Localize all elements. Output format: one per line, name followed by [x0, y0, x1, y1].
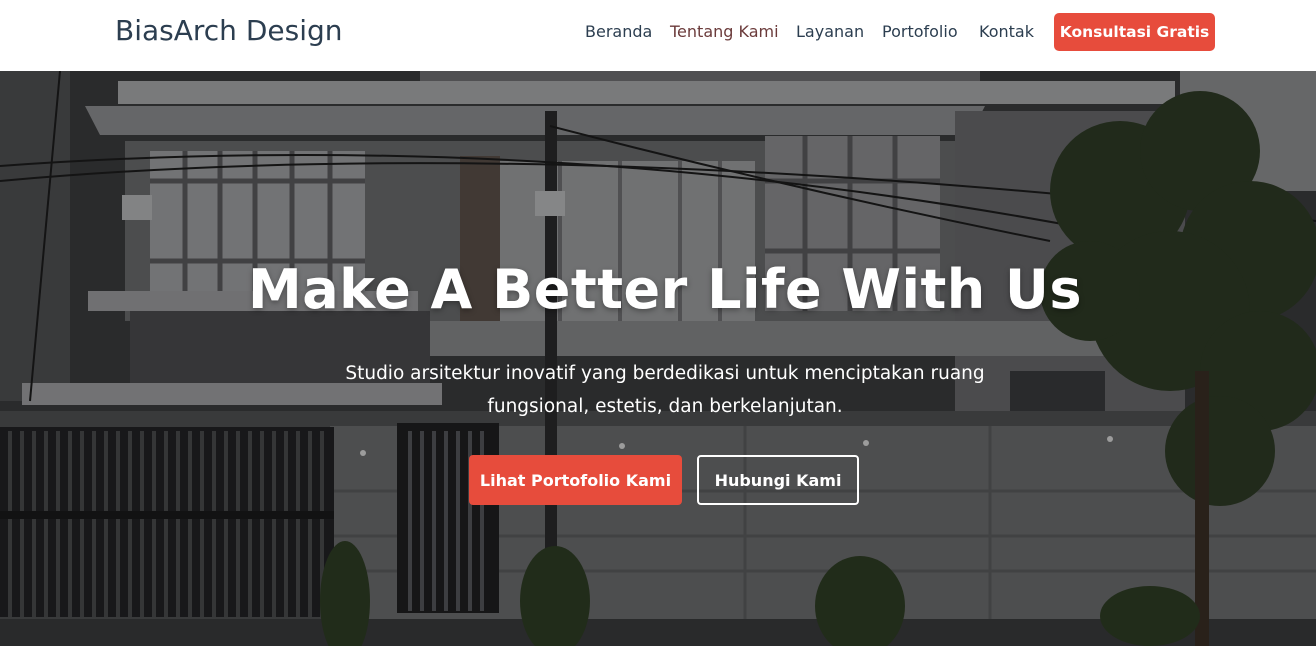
hero-section: Make A Better Life With Us Studio arsite…	[0, 71, 1316, 646]
nav-link-portofolio[interactable]: Portofolio	[882, 22, 958, 41]
navbar: BiasArch Design Beranda Tentang Kami Lay…	[0, 0, 1316, 71]
view-portfolio-button[interactable]: Lihat Portofolio Kami	[469, 455, 682, 505]
nav-link-kontak[interactable]: Kontak	[979, 22, 1034, 41]
hero-subtitle: Studio arsitektur inovatif yang berdedik…	[345, 363, 985, 417]
nav-link-beranda[interactable]: Beranda	[585, 22, 652, 41]
free-consultation-button[interactable]: Konsultasi Gratis	[1054, 13, 1215, 51]
nav-link-layanan[interactable]: Layanan	[796, 22, 864, 41]
hero-title: Make A Better Life With Us	[247, 258, 1083, 321]
contact-us-button[interactable]: Hubungi Kami	[697, 455, 859, 505]
nav-link-tentang-kami[interactable]: Tentang Kami	[670, 22, 779, 41]
